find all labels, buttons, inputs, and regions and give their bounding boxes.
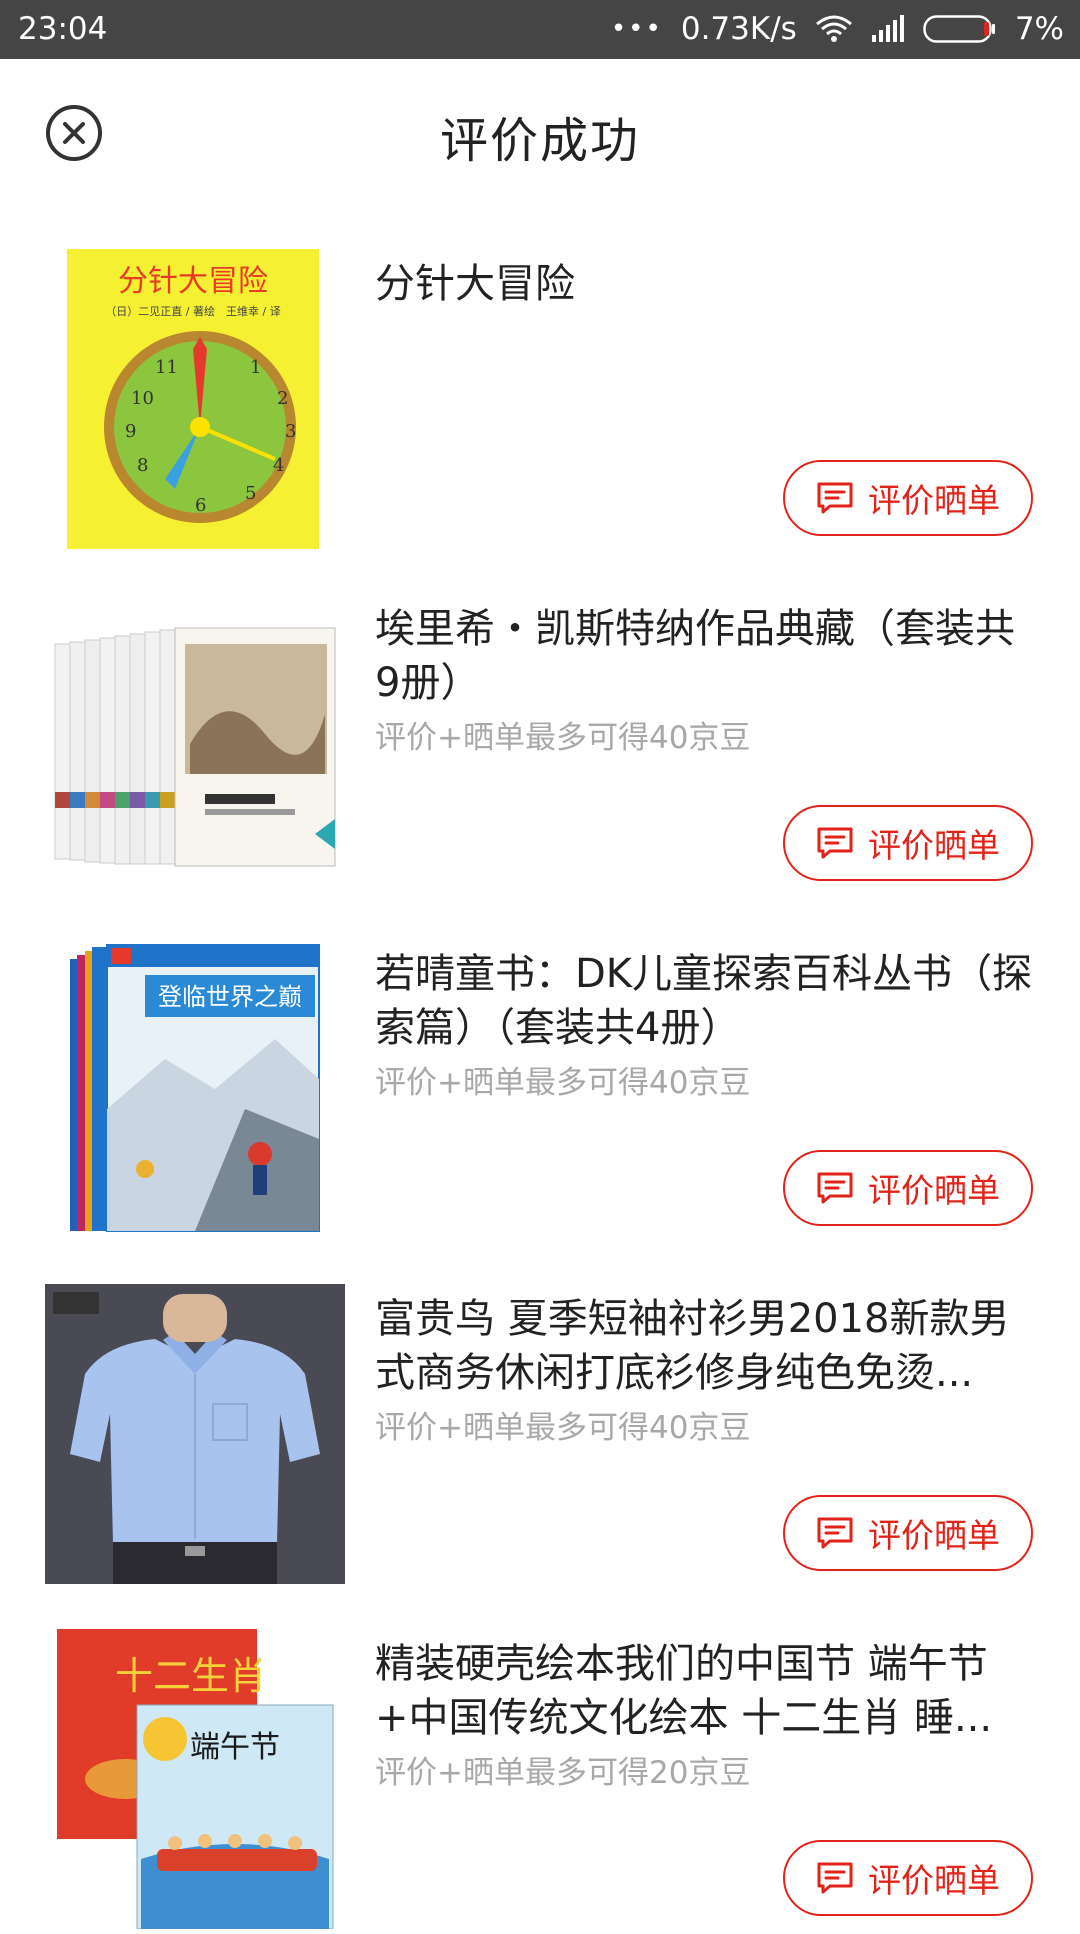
status-bar: 23:04 ••• 0.73K/s 7% xyxy=(0,0,1080,59)
svg-text:4: 4 xyxy=(273,455,284,476)
comment-icon xyxy=(816,1171,854,1205)
review-button-label: 评价晒单 xyxy=(868,1516,1000,1555)
svg-text:6: 6 xyxy=(195,495,206,516)
product-list: 分针大冒险 （日）二见正直 / 著绘 王维幸 / 译 1 2 3 4 5 6 8… xyxy=(0,209,1080,1934)
product-image-clock-book[interactable]: 分针大冒险 （日）二见正直 / 著绘 王维幸 / 译 1 2 3 4 5 6 8… xyxy=(45,249,345,549)
product-image-shirt[interactable] xyxy=(45,1284,345,1584)
svg-text:3: 3 xyxy=(285,421,296,442)
svg-text:分针大冒险: 分针大冒险 xyxy=(118,264,268,299)
list-item: 埃里希・凯斯特纳作品典藏（套装共9册） 评价+晒单最多可得40京豆 评价晒单 xyxy=(0,554,1080,899)
review-button[interactable]: 评价晒单 xyxy=(783,460,1033,536)
product-image-festival-books[interactable]: 十二生肖 端午节 xyxy=(45,1629,345,1929)
item-title[interactable]: 若晴童书：DK儿童探索百科丛书（探索篇）（套装共4册） xyxy=(375,947,1040,1055)
wifi-icon xyxy=(815,14,853,44)
svg-text:（日）二见正直 / 著绘 王维幸 / 译: （日）二见正直 / 著绘 王维幸 / 译 xyxy=(105,304,280,318)
review-button[interactable]: 评价晒单 xyxy=(783,1150,1033,1226)
list-item: 登临世界之巅 若晴童书：DK儿童探索百科丛书（探索篇）（套装共4册） 评价+晒单… xyxy=(0,899,1080,1244)
list-item: 十二生肖 端午节 精装硬壳绘本我们的中国节 端午节+中国传统文化绘本 十二生肖 … xyxy=(0,1589,1080,1934)
more-dots-icon: ••• xyxy=(610,14,663,44)
svg-text:11: 11 xyxy=(155,357,178,378)
review-button-label: 评价晒单 xyxy=(868,1861,1000,1900)
list-item: 分针大冒险 （日）二见正直 / 著绘 王维幸 / 译 1 2 3 4 5 6 8… xyxy=(0,209,1080,554)
item-reward: 评价+晒单最多可得40京豆 xyxy=(375,720,751,756)
product-image-dk-books[interactable]: 登临世界之巅 xyxy=(45,939,345,1239)
svg-text:2: 2 xyxy=(277,388,288,409)
svg-text:端午节: 端午节 xyxy=(190,1730,280,1765)
comment-icon xyxy=(816,1861,854,1895)
comment-icon xyxy=(816,481,854,515)
item-title[interactable]: 精装硬壳绘本我们的中国节 端午节+中国传统文化绘本 十二生肖 睡... xyxy=(375,1637,1040,1745)
review-button[interactable]: 评价晒单 xyxy=(783,805,1033,881)
review-button-label: 评价晒单 xyxy=(868,1171,1000,1210)
item-title[interactable]: 分针大冒险 xyxy=(375,257,1040,311)
svg-text:5: 5 xyxy=(245,483,256,504)
item-reward: 评价+晒单最多可得20京豆 xyxy=(375,1755,751,1791)
list-item: 富贵鸟 夏季短袖衬衫男2018新款男式商务休闲打底衫修身纯色免烫... 评价+晒… xyxy=(0,1244,1080,1589)
item-reward: 评价+晒单最多可得40京豆 xyxy=(375,1065,751,1101)
svg-text:登临世界之巅: 登临世界之巅 xyxy=(158,983,302,1011)
signal-icon xyxy=(871,15,905,43)
status-time: 23:04 xyxy=(18,11,108,47)
review-button[interactable]: 评价晒单 xyxy=(783,1840,1033,1916)
svg-text:9: 9 xyxy=(125,421,136,442)
svg-text:1: 1 xyxy=(250,357,261,378)
review-button-label: 评价晒单 xyxy=(868,481,1000,520)
item-reward: 评价+晒单最多可得40京豆 xyxy=(375,1410,751,1446)
page-title: 评价成功 xyxy=(439,113,640,169)
svg-text:10: 10 xyxy=(131,388,154,409)
svg-text:8: 8 xyxy=(137,455,148,476)
svg-text:十二生肖: 十二生肖 xyxy=(115,1654,267,1698)
comment-icon xyxy=(816,826,854,860)
product-image-book-set[interactable] xyxy=(45,594,345,894)
status-right: ••• 0.73K/s 7% xyxy=(611,11,1064,47)
item-title[interactable]: 埃里希・凯斯特纳作品典藏（套装共9册） xyxy=(375,602,1040,710)
battery-icon xyxy=(923,14,997,44)
review-button[interactable]: 评价晒单 xyxy=(783,1495,1033,1571)
network-speed: 0.73K/s xyxy=(680,11,797,47)
item-title[interactable]: 富贵鸟 夏季短袖衬衫男2018新款男式商务休闲打底衫修身纯色免烫... xyxy=(375,1292,1040,1400)
battery-percent: 7% xyxy=(1014,11,1064,47)
header: 评价成功 xyxy=(0,59,1080,209)
comment-icon xyxy=(816,1516,854,1550)
review-button-label: 评价晒单 xyxy=(868,826,1000,865)
